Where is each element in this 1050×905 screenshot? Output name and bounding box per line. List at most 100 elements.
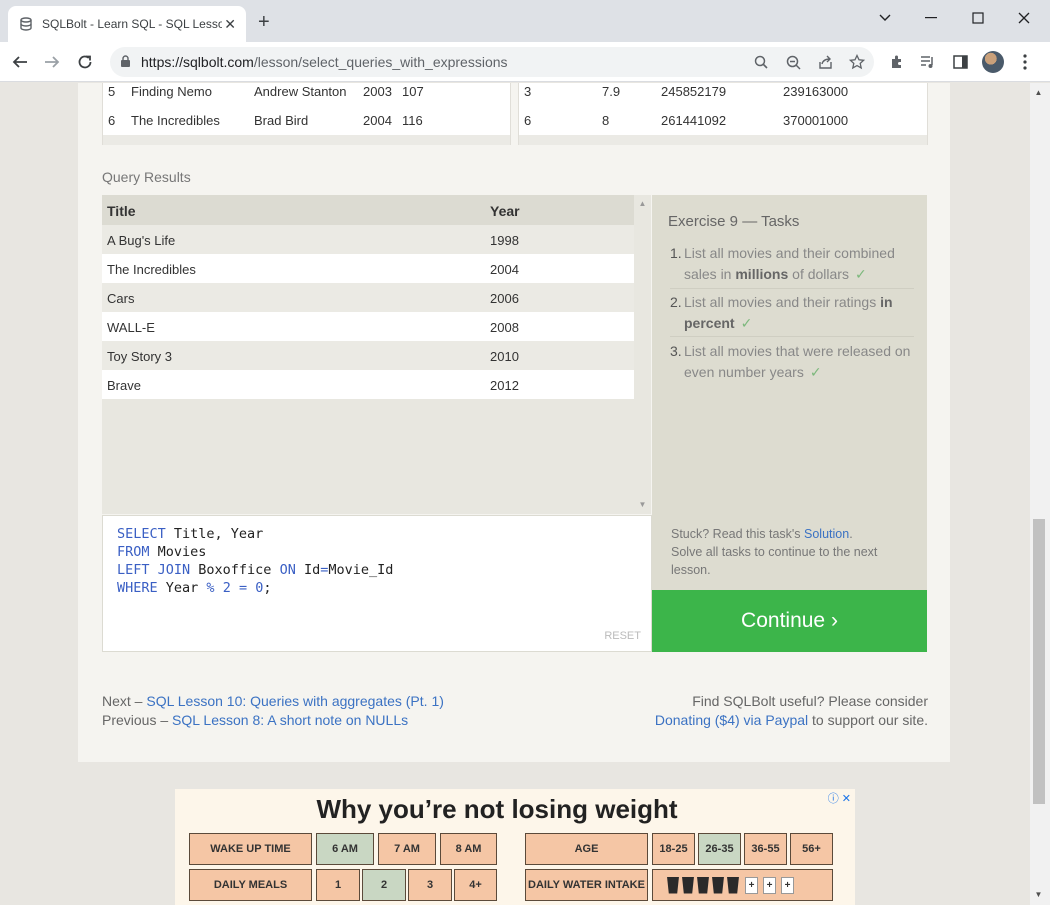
results-header: Title Year [102,195,634,225]
zoom-out-icon[interactable] [784,53,802,71]
cup-icon [667,876,679,894]
table-row: 6 8 261441092 370001000 [519,106,927,135]
solution-link[interactable]: Solution [804,527,849,541]
results-scrollbar[interactable]: ▲ ▼ [634,195,651,514]
ad-wake-label: WAKE UP TIME [189,833,312,865]
cup-icon [682,876,694,894]
ad-option[interactable]: 7 AM [378,833,436,865]
table-row [519,135,927,145]
scroll-up-icon[interactable]: ▲ [634,199,651,208]
bookmark-star-icon[interactable] [848,53,866,71]
advertisement[interactable]: Why you’re not losing weight ⓘ ✕ WAKE UP… [175,789,855,905]
minimize-icon[interactable] [908,4,954,32]
search-icon[interactable] [752,53,770,71]
menu-icon[interactable] [1015,52,1035,72]
tab-title: SQLBolt - Learn SQL - SQL Lesson [42,17,222,31]
table-row: 3 7.9 245852179 239163000 [524,84,849,99]
boxoffice-table: 3 7.9 245852179 239163000 6 8 261441092 … [518,83,928,145]
lock-icon [120,55,131,73]
ad-option[interactable]: 26-35 [698,833,741,865]
url-text: https://sqlbolt.com/lesson/select_querie… [141,54,508,70]
table-row: Brave 2012 [102,370,634,399]
ad-option[interactable]: 1 [316,869,360,901]
lesson-nav: Next – SQL Lesson 10: Queries with aggre… [102,693,444,728]
ad-option[interactable]: 2 [362,869,406,901]
donate-link[interactable]: Donating ($4) via Paypal [655,712,808,728]
page-scrollbar[interactable]: ▲ ▼ [1030,83,1050,905]
continue-button[interactable]: Continue › [652,590,927,652]
ad-age-label: AGE [525,833,648,865]
table-row: WALL-E 2008 [102,312,634,341]
side-panel-icon[interactable] [950,52,970,72]
ad-option[interactable]: 3 [408,869,452,901]
table-row [103,135,510,145]
scroll-thumb[interactable] [1033,519,1045,804]
profile-avatar[interactable] [982,51,1004,73]
reset-button[interactable]: RESET [604,630,641,642]
table-row: 5 Finding Nemo Andrew Stanton 2003 107 [108,84,424,99]
divider [670,288,914,289]
ad-title: Why you’re not losing weight [316,794,678,824]
task-item: 2. List all movies and their ratings in … [670,294,893,331]
ad-choices-close-icon[interactable]: ⓘ ✕ [828,790,851,806]
table-row: Toy Story 3 2010 [102,341,634,370]
database-icon [18,16,34,32]
sql-editor[interactable]: SELECT Title, Year FROM Movies LEFT JOIN… [102,515,652,652]
header-year: Year [490,203,520,219]
table-row: 6 The Incredibles Brad Bird 2004 116 [103,106,510,135]
query-results-table[interactable]: Title Year A Bug's Life 1998 The Incredib… [102,195,634,514]
browser-tab-bar: SQLBolt - Learn SQL - SQL Lesson ✕ + [0,0,1050,42]
scroll-up-icon[interactable]: ▲ [1030,84,1047,101]
table-row: A Bug's Life 1998 [102,225,634,254]
header-title: Title [107,203,136,219]
cup-icon [712,876,724,894]
checkmark-icon: ✓ [854,266,867,282]
ad-option[interactable]: 8 AM [440,833,497,865]
ad-option[interactable]: 6 AM [316,833,374,865]
plus-icon[interactable]: + [745,876,758,894]
ad-water-label: DAILY WATER INTAKE [525,869,648,901]
address-bar[interactable]: https://sqlbolt.com/lesson/select_querie… [110,47,874,77]
divider [670,336,914,337]
table-row: Cars 2006 [102,283,634,312]
new-tab-icon[interactable]: + [258,12,270,32]
support-text: Find SQLBolt useful? Please consider Don… [654,693,928,728]
plus-icon[interactable]: + [781,876,794,894]
ad-option[interactable]: 4+ [454,869,497,901]
close-icon[interactable]: ✕ [224,16,236,33]
media-queue-icon[interactable] [918,52,938,72]
query-results-label: Query Results [102,169,191,185]
browser-tab[interactable]: SQLBolt - Learn SQL - SQL Lesson ✕ [8,6,246,42]
reload-icon[interactable] [73,50,97,74]
task-item: 3. List all movies that were released on… [670,343,911,380]
back-icon[interactable] [8,50,32,74]
ad-meals-label: DAILY MEALS [189,869,312,901]
exercise-title: Exercise 9 — Tasks [668,213,800,230]
checkmark-icon: ✓ [740,315,753,331]
table-row: The Incredibles 2004 [102,254,634,283]
stuck-help-text: Stuck? Read this task's Solution. Solve … [671,527,878,577]
plus-icon[interactable]: + [763,876,776,894]
checkmark-icon: ✓ [809,364,822,380]
maximize-icon[interactable] [955,4,1001,32]
cup-icon [727,876,739,894]
previous-lesson-link[interactable]: SQL Lesson 8: A short note on NULLs [172,712,408,728]
share-icon[interactable] [816,53,834,71]
scroll-down-icon[interactable]: ▼ [634,500,651,509]
ad-option[interactable]: 56+ [790,833,833,865]
exercise-tasks-panel: Exercise 9 — Tasks 1. List all movies an… [652,195,927,590]
sql-code[interactable]: SELECT Title, Year FROM Movies LEFT JOIN… [117,525,393,597]
window-close-icon[interactable] [1001,4,1047,32]
next-lesson-link[interactable]: SQL Lesson 10: Queries with aggregates (… [146,693,444,709]
water-cups-selector[interactable]: + + + [652,869,833,901]
scroll-down-icon[interactable]: ▼ [1030,886,1047,903]
task-item: 1. List all movies and their combined sa… [670,245,895,282]
cup-icon [697,876,709,894]
ad-option[interactable]: 18-25 [652,833,695,865]
ad-option[interactable]: 36-55 [744,833,787,865]
tab-search-icon[interactable] [862,4,908,32]
browser-toolbar: https://sqlbolt.com/lesson/select_querie… [0,42,1050,82]
movies-table: 5 Finding Nemo Andrew Stanton 2003 107 6… [102,83,511,145]
forward-icon[interactable] [40,50,64,74]
extensions-icon[interactable] [887,52,907,72]
